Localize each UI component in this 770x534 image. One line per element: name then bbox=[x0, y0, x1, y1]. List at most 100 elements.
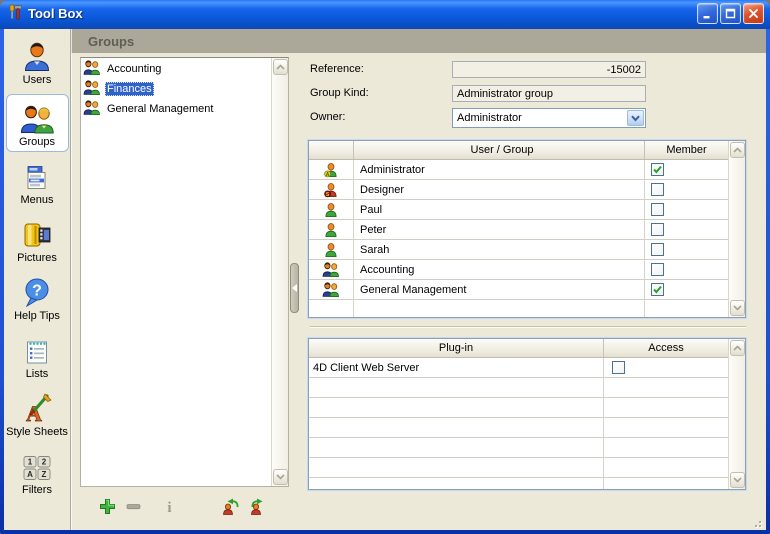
help-tips-icon: ? bbox=[22, 275, 52, 308]
group-icon bbox=[83, 100, 101, 118]
access-checkbox[interactable] bbox=[612, 361, 625, 374]
info-button[interactable]: i bbox=[160, 497, 178, 515]
plugin-column-header: Plug-in bbox=[309, 339, 603, 357]
sidebar-item-label: Menus bbox=[20, 194, 53, 206]
user-group-name: Administrator bbox=[353, 160, 644, 179]
group-icon bbox=[83, 60, 101, 78]
member-row-empty bbox=[309, 300, 728, 317]
member-row[interactable]: Paul bbox=[309, 200, 728, 220]
member-checkbox[interactable] bbox=[651, 203, 664, 216]
sidebar-item-lists[interactable]: Lists bbox=[6, 330, 69, 384]
user-group-name: Sarah bbox=[353, 240, 644, 259]
user-group-name: Paul bbox=[353, 200, 644, 219]
chevron-down-icon bbox=[631, 115, 640, 122]
sidebar-item-filters[interactable]: 12AZ Filters bbox=[6, 446, 69, 500]
access-column-header: Access bbox=[603, 339, 728, 357]
group-list-item-selected[interactable]: Finances bbox=[81, 79, 271, 99]
member-table-scrollbar[interactable] bbox=[728, 141, 745, 317]
sidebar-item-label: Pictures bbox=[17, 252, 57, 264]
sidebar-item-pictures[interactable]: Pictures bbox=[6, 214, 69, 268]
plugin-row[interactable]: 4D Client Web Server bbox=[309, 358, 728, 378]
sidebar-item-label: Groups bbox=[19, 136, 55, 148]
scroll-up-icon[interactable] bbox=[730, 142, 745, 158]
scroll-down-icon[interactable] bbox=[730, 300, 745, 316]
plugin-row-empty bbox=[309, 478, 728, 489]
icon-column-header bbox=[309, 141, 353, 159]
lists-icon bbox=[23, 333, 51, 366]
add-group-button[interactable] bbox=[98, 497, 116, 515]
group-icon bbox=[83, 80, 101, 98]
group-kind-value: Administrator group bbox=[457, 88, 553, 100]
svg-text:A: A bbox=[326, 171, 330, 177]
member-row[interactable]: Sarah bbox=[309, 240, 728, 260]
plugin-row-empty bbox=[309, 378, 728, 398]
plugin-row-empty bbox=[309, 438, 728, 458]
group-name: Accounting bbox=[105, 62, 163, 76]
delete-group-button[interactable] bbox=[124, 497, 142, 515]
owner-dropdown[interactable]: Administrator bbox=[452, 108, 646, 128]
minimize-button[interactable] bbox=[697, 3, 718, 24]
maximize-button[interactable] bbox=[720, 3, 741, 24]
sidebar-item-style-sheets[interactable]: A Style Sheets bbox=[6, 388, 69, 442]
sidebar-item-users[interactable]: Users bbox=[6, 36, 69, 90]
menus-icon bbox=[24, 159, 50, 192]
plugin-table-scrollbar[interactable] bbox=[728, 339, 745, 489]
member-checkbox[interactable] bbox=[651, 163, 664, 176]
scroll-up-icon[interactable] bbox=[730, 340, 745, 356]
group-list-scrollbar[interactable] bbox=[271, 58, 288, 486]
plus-icon bbox=[99, 498, 116, 515]
svg-text:2: 2 bbox=[42, 458, 47, 467]
panel-splitter[interactable] bbox=[290, 263, 299, 313]
close-button[interactable] bbox=[743, 3, 764, 24]
designer-user-icon: S bbox=[309, 180, 353, 199]
group-kind-field[interactable]: Administrator group bbox=[452, 85, 646, 102]
member-checkbox[interactable] bbox=[651, 283, 664, 296]
table-separator bbox=[310, 326, 746, 328]
member-row[interactable]: Peter bbox=[309, 220, 728, 240]
member-row[interactable]: Accounting bbox=[309, 260, 728, 280]
titlebar[interactable]: Tool Box bbox=[0, 0, 770, 29]
scroll-up-icon[interactable] bbox=[273, 59, 288, 75]
sidebar-item-help-tips[interactable]: ? Help Tips bbox=[6, 272, 69, 326]
scroll-down-icon[interactable] bbox=[730, 472, 745, 488]
load-users-button[interactable] bbox=[222, 497, 240, 515]
info-icon: i bbox=[161, 498, 178, 515]
group-list-item[interactable]: General Management bbox=[81, 99, 271, 119]
group-list-item[interactable]: Accounting bbox=[81, 59, 271, 79]
sidebar: Users Groups bbox=[4, 29, 71, 530]
minus-icon bbox=[125, 498, 142, 515]
plugin-row-empty bbox=[309, 398, 728, 418]
group-name: Finances bbox=[105, 82, 154, 96]
sidebar-item-label: Users bbox=[23, 74, 52, 86]
plugin-name: 4D Client Web Server bbox=[309, 358, 603, 377]
save-users-button[interactable] bbox=[248, 497, 266, 515]
dropdown-button[interactable] bbox=[627, 110, 644, 126]
member-table-header: User / Group Member bbox=[309, 141, 728, 160]
scroll-down-icon[interactable] bbox=[273, 469, 288, 485]
reference-field[interactable]: -15002 bbox=[452, 61, 646, 78]
member-row[interactable]: S Designer bbox=[309, 180, 728, 200]
resize-grip[interactable] bbox=[751, 517, 761, 527]
member-checkbox[interactable] bbox=[651, 243, 664, 256]
plugin-table-header: Plug-in Access bbox=[309, 339, 728, 358]
groups-icon bbox=[20, 101, 54, 134]
member-row[interactable]: General Management bbox=[309, 280, 728, 300]
user-green-icon bbox=[309, 220, 353, 239]
member-table: User / Group Member A Administrator bbox=[308, 140, 746, 318]
sidebar-item-menus[interactable]: Menus bbox=[6, 156, 69, 210]
plugin-row-empty bbox=[309, 458, 728, 478]
user-export-icon bbox=[248, 498, 266, 515]
group-name: General Management bbox=[105, 102, 215, 116]
sidebar-item-label: Help Tips bbox=[14, 310, 60, 322]
member-row[interactable]: A Administrator bbox=[309, 160, 728, 180]
reference-label: Reference: bbox=[310, 63, 364, 77]
member-checkbox[interactable] bbox=[651, 183, 664, 196]
member-column-header: Member bbox=[644, 141, 728, 159]
pictures-icon bbox=[21, 217, 53, 250]
sidebar-item-groups[interactable]: Groups bbox=[6, 94, 69, 152]
sidebar-item-label: Filters bbox=[22, 484, 52, 496]
member-checkbox[interactable] bbox=[651, 263, 664, 276]
member-checkbox[interactable] bbox=[651, 223, 664, 236]
user-group-name: Accounting bbox=[353, 260, 644, 279]
group-icon bbox=[309, 280, 353, 299]
